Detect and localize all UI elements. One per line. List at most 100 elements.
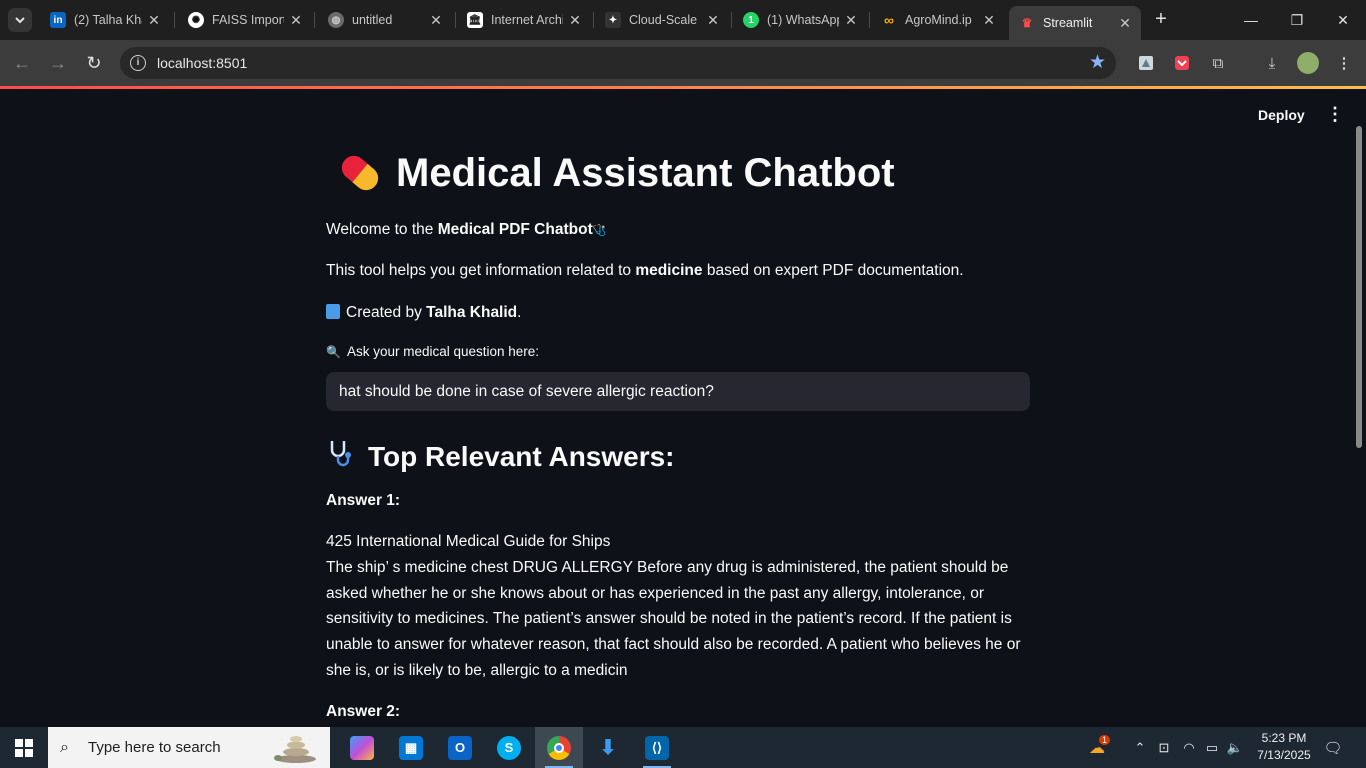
taskbar-chrome[interactable] — [535, 727, 583, 768]
answers-heading-text: Top Relevant Answers: — [368, 440, 675, 472]
pill-icon — [326, 147, 384, 199]
browser-menu-icon[interactable]: ⋮ — [1334, 53, 1354, 73]
window-close-button[interactable]: ✕ — [1320, 0, 1366, 40]
tab-strip: in (2) Talha Khalid ✕ ✺ FAISS Import ✕ ◍… — [0, 0, 1366, 40]
pocket-icon[interactable] — [1172, 53, 1192, 73]
address-bar[interactable]: i localhost:8501 ★ — [120, 47, 1116, 79]
show-hidden-icons[interactable]: ⌃ — [1130, 727, 1150, 768]
tool-description: This tool helps you get information rela… — [326, 262, 964, 279]
browser-toolbar: ← → ↻ i localhost:8501 ★ ⧉ ⤓ ⋮ — [0, 40, 1366, 86]
book-icon — [326, 304, 340, 319]
close-icon[interactable]: ✕ — [288, 12, 304, 29]
minimize-button[interactable]: — — [1228, 0, 1274, 40]
streamlit-app: Deploy ⋮ Medical Assistant Chatbot Welco… — [0, 89, 1366, 727]
close-icon[interactable]: ✕ — [428, 12, 444, 29]
taskbar-search[interactable]: ⌕ Type here to search — [48, 727, 330, 768]
cloud-icon: ✦ — [605, 12, 621, 28]
taskbar-copilot[interactable] — [338, 727, 386, 768]
streamlit-icon: ♛ — [1021, 16, 1033, 30]
question-input[interactable] — [326, 372, 1030, 411]
globe-icon: ◍ — [328, 12, 344, 28]
vscode-icon: ⟨⟩ — [645, 735, 669, 760]
download-arrow-icon: ⬇ — [599, 737, 617, 759]
extension-icon[interactable] — [1136, 53, 1156, 73]
close-icon[interactable]: ✕ — [981, 12, 997, 29]
tab-title: untitled — [352, 13, 393, 27]
bookmark-star-icon[interactable]: ★ — [1089, 51, 1106, 74]
deploy-button[interactable]: Deploy — [1258, 107, 1305, 123]
close-icon[interactable]: ✕ — [567, 12, 583, 29]
answer-title: Answer 2: — [326, 703, 401, 720]
battery-icon[interactable]: ▭ — [1202, 727, 1222, 768]
back-button[interactable]: ← — [10, 51, 34, 75]
tab-title: (2) Talha Khalid — [74, 13, 142, 27]
weather-icon[interactable]: ☁ 1 — [1082, 727, 1112, 768]
question-label: 🔍 Ask your medical question here: — [326, 344, 540, 359]
meet-now-icon[interactable]: ⊡ — [1154, 727, 1174, 768]
answer-title: Answer 1: — [326, 492, 401, 509]
taskbar-vscode[interactable]: ⟨⟩ — [633, 727, 681, 768]
answer-body: 425 International Medical Guide for Ship… — [326, 529, 1030, 684]
extensions-puzzle-icon[interactable]: ⧉ — [1208, 53, 1228, 73]
welcome-text: Welcome to the Medical PDF Chatbot🩺 — [326, 221, 607, 238]
site-info-icon[interactable]: i — [130, 55, 146, 71]
chrome-icon — [547, 735, 571, 760]
taskbar-store[interactable]: ▦ — [387, 727, 435, 768]
main-menu-icon[interactable]: ⋮ — [1326, 105, 1344, 123]
skype-icon: S — [497, 735, 521, 760]
wifi-icon[interactable]: ◠ — [1178, 727, 1200, 768]
page-scrollbar[interactable] — [1356, 126, 1362, 448]
tab-title: Internet Archive — [491, 13, 563, 27]
date-text: 7/13/2025 — [1257, 748, 1311, 762]
close-icon[interactable]: ✕ — [705, 12, 721, 29]
profile-avatar[interactable] — [1297, 52, 1319, 74]
taskbar-outlook[interactable]: O — [436, 727, 484, 768]
tab-cloud-scale[interactable]: ✦ Cloud-Scale ✕ — [595, 6, 729, 34]
colab-icon: ∞ — [884, 12, 894, 28]
chevron-down-icon — [15, 17, 25, 24]
archive-icon: 🏛 — [467, 12, 483, 28]
forward-button[interactable]: → — [46, 51, 70, 75]
taskbar-downloads[interactable]: ⬇ — [584, 727, 632, 768]
search-icon: ⌕ — [60, 739, 69, 756]
tab-faiss[interactable]: ✺ FAISS Import ✕ — [178, 6, 312, 34]
linkedin-icon: in — [50, 12, 66, 28]
tab-whatsapp[interactable]: 1 (1) WhatsApp ✕ — [733, 6, 867, 34]
copilot-icon — [350, 735, 374, 760]
volume-icon[interactable]: 🔈 — [1224, 727, 1246, 768]
tab-title: FAISS Import — [212, 13, 284, 27]
start-button[interactable] — [0, 727, 48, 768]
new-tab-button[interactable]: + — [1150, 8, 1172, 32]
notifications-icon[interactable]: 🗨 — [1320, 727, 1346, 768]
taskbar-skype[interactable]: S — [485, 727, 533, 768]
outlook-icon: O — [448, 735, 472, 760]
tab-title: AgroMind.ip — [905, 13, 972, 27]
page-title-text: Medical Assistant Chatbot — [396, 150, 895, 195]
windows-icon — [15, 738, 33, 757]
answers-heading: Top Relevant Answers: — [326, 438, 675, 475]
tab-search-button[interactable] — [8, 8, 32, 32]
stethoscope-icon — [326, 438, 356, 475]
taskbar: ⌕ Type here to search ▦ O S ⬇ ⟨⟩ ☁ 1 ⌃ ⊡ … — [0, 727, 1366, 768]
created-by-text: Created by Talha Khalid. — [326, 302, 521, 324]
store-icon: ▦ — [399, 735, 423, 760]
whatsapp-icon: 1 — [743, 12, 759, 28]
restore-button[interactable]: ❐ — [1274, 0, 1320, 40]
tab-title: Cloud-Scale — [629, 13, 698, 27]
search-placeholder: Type here to search — [88, 739, 221, 756]
reload-button[interactable]: ↻ — [82, 51, 106, 75]
tab-untitled[interactable]: ◍ untitled ✕ — [318, 6, 452, 34]
tab-linkedin[interactable]: in (2) Talha Khalid ✕ — [40, 6, 170, 34]
tab-title: (1) WhatsApp — [767, 13, 839, 27]
tab-streamlit[interactable]: ♛ Streamlit ✕ — [1009, 6, 1141, 40]
url-text[interactable]: localhost:8501 — [157, 55, 247, 71]
tab-internet-archive[interactable]: 🏛 Internet Archive ✕ — [457, 6, 591, 34]
close-icon[interactable]: ✕ — [843, 12, 859, 29]
close-icon[interactable]: ✕ — [1117, 15, 1133, 32]
tab-agromind[interactable]: ∞ AgroMind.ip ✕ — [871, 6, 1005, 34]
clock[interactable]: 5:23 PM 7/13/2025 — [1246, 730, 1322, 764]
download-icon[interactable]: ⤓ — [1262, 53, 1282, 73]
stones-icon — [274, 736, 316, 763]
magnifier-icon: 🔍 — [326, 345, 341, 359]
close-icon[interactable]: ✕ — [146, 12, 162, 29]
